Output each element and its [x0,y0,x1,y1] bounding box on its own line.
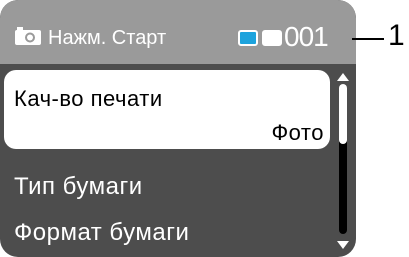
scrollbar-thumb[interactable] [339,84,347,144]
menu-item-print-quality[interactable]: Кач-во печати Фото [4,70,330,149]
scroll-down-arrow-icon[interactable] [336,240,350,250]
header-title: Нажм. Старт [48,27,167,49]
camera-icon [15,27,41,45]
scroll-up-arrow-icon[interactable] [336,72,350,82]
copy-counter: 001 [284,21,329,52]
ink-indicator-white [262,30,282,46]
menu-item-paper-type[interactable]: Тип бумаги [14,173,143,201]
ink-indicator-blue [238,30,258,46]
menu-item-value: Фото [271,120,324,145]
header-bar: Нажм. Старт 001 [0,0,356,64]
menu-item-paper-size[interactable]: Формат бумаги [14,219,189,247]
menu-item-label: Кач-во печати [14,86,163,111]
callout-line [352,38,384,40]
lcd-screen: Нажм. Старт 001 Кач-во печати Фото Тип б… [0,0,356,257]
callout-number: 1 [388,19,405,52]
